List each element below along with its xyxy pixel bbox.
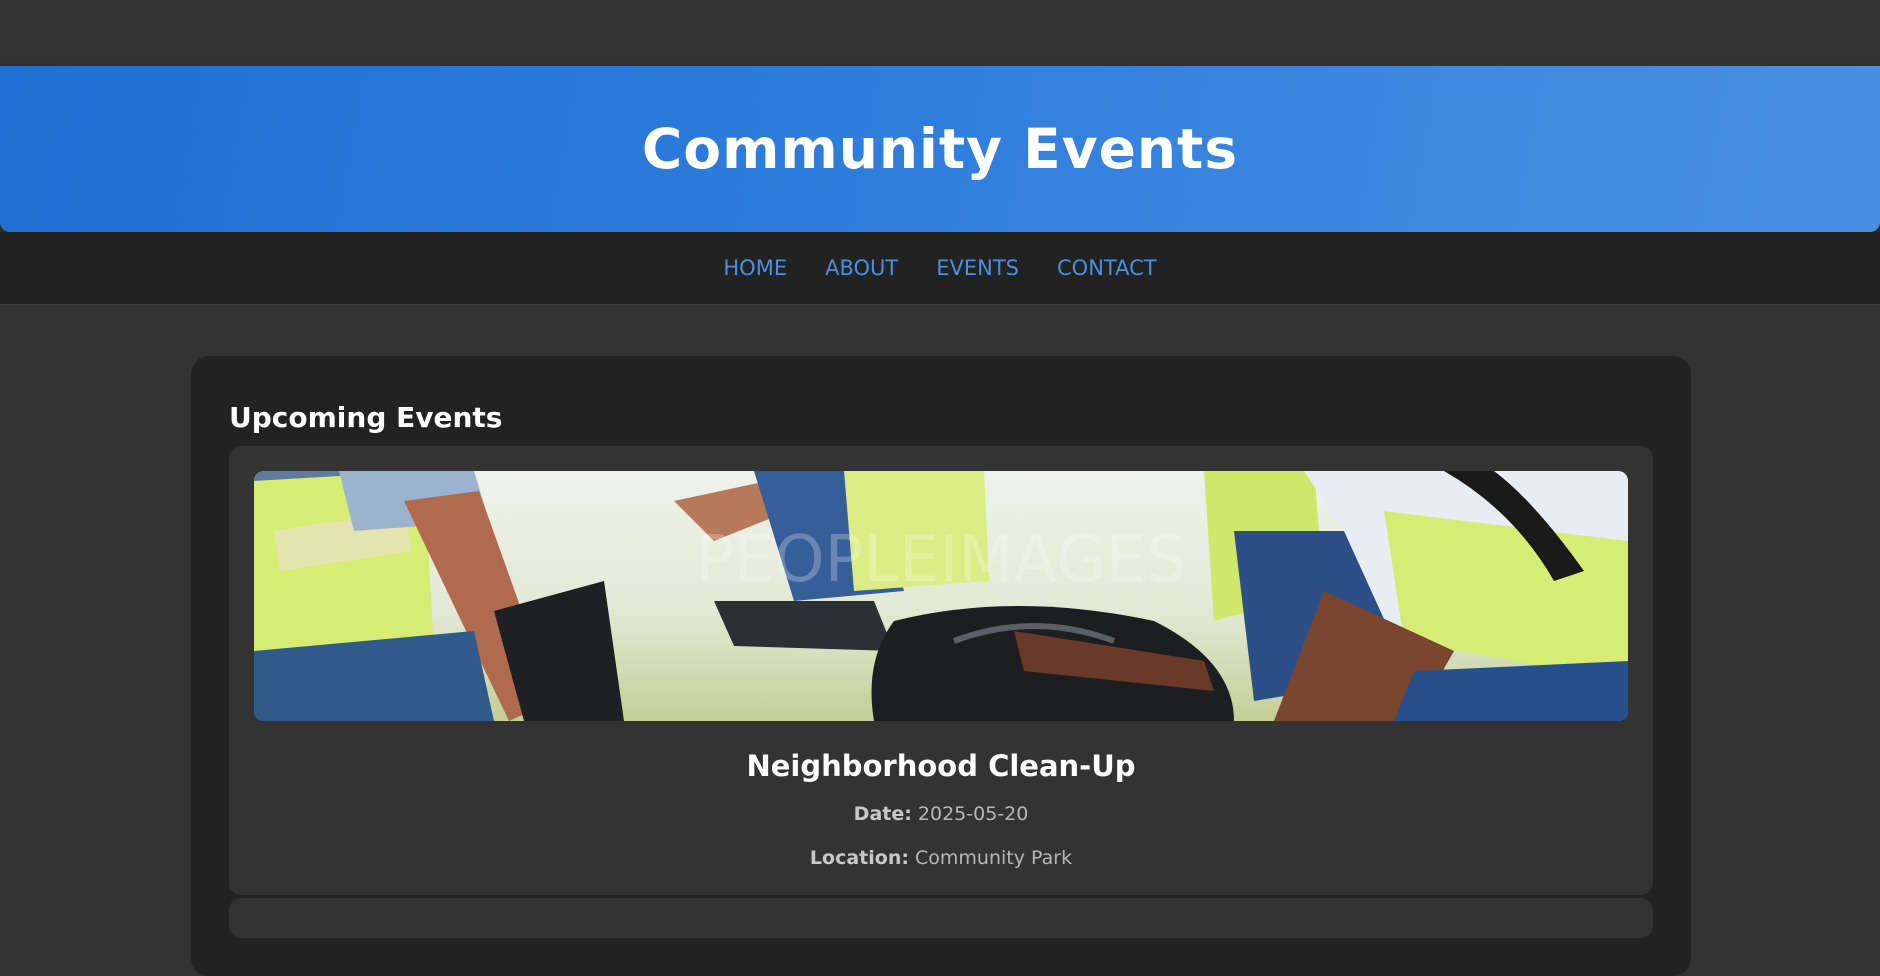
event-card: PEOPLEIMAGES Neighborhood Clean-Up Date:…: [229, 446, 1653, 895]
page-header-banner: Community Events: [0, 66, 1880, 232]
nav-about-link[interactable]: ABOUT: [825, 256, 898, 280]
svg-text:PEOPLEIMAGES: PEOPLEIMAGES: [695, 523, 1187, 597]
main-nav: HOME ABOUT EVENTS CONTACT: [0, 232, 1880, 305]
event-location-value: Community Park: [915, 847, 1073, 869]
nav-events-link[interactable]: EVENTS: [936, 256, 1019, 280]
event-date-label: Date:: [853, 803, 912, 825]
event-location-label: Location:: [809, 847, 909, 869]
nav-contact-link[interactable]: CONTACT: [1057, 256, 1157, 280]
event-date: Date: 2025-05-20: [254, 803, 1628, 825]
next-event-card: [229, 898, 1653, 938]
top-spacer: [0, 0, 1880, 66]
event-location: Location: Community Park: [254, 847, 1628, 869]
events-panel: Upcoming Events PEOPLEIMAGES Neighborhoo…: [191, 356, 1691, 976]
page-title: Community Events: [641, 117, 1239, 181]
event-title: Neighborhood Clean-Up: [746, 749, 1136, 783]
upcoming-events-heading: Upcoming Events: [229, 401, 503, 434]
nav-home-link[interactable]: HOME: [723, 256, 787, 280]
event-photo: PEOPLEIMAGES: [254, 471, 1628, 721]
event-date-value: 2025-05-20: [917, 803, 1029, 825]
